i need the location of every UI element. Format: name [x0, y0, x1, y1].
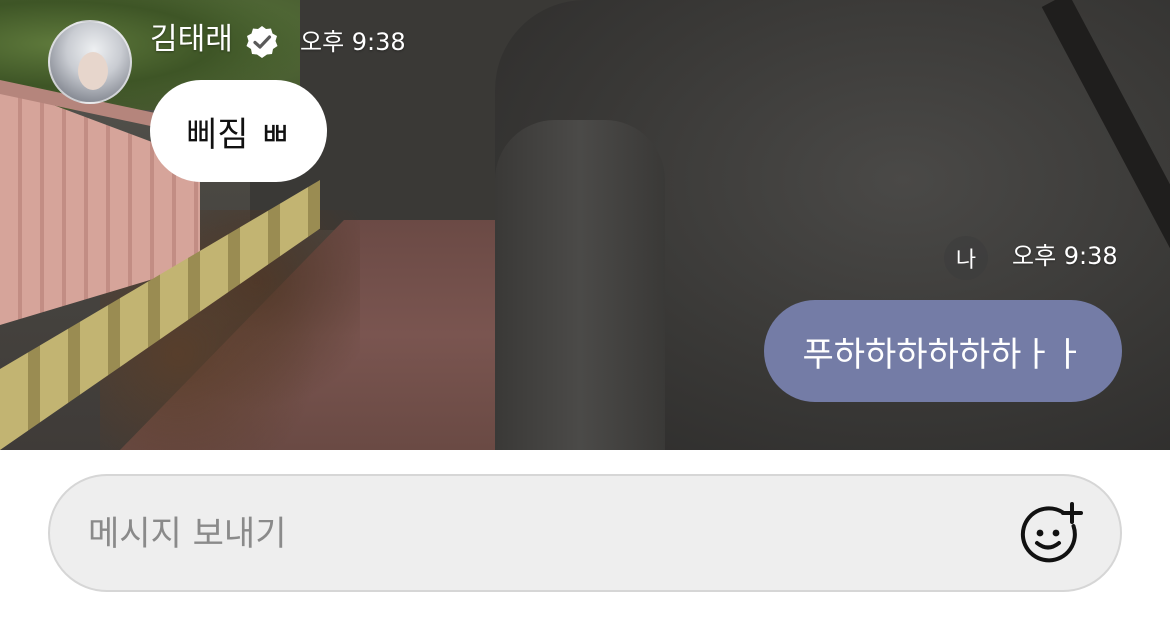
- verified-badge-icon: [246, 26, 278, 58]
- outgoing-message-text: 푸하하하하하하ㅏㅏ: [802, 334, 1084, 375]
- message-composer: [48, 474, 1122, 592]
- sender-avatar[interactable]: [48, 20, 132, 104]
- chat-area: 김태래 오후 9:38 삐짐 ㅃ 나 오후 9:38 푸하하하하하하ㅏㅏ: [0, 0, 1170, 450]
- outgoing-message-bubble[interactable]: 푸하하하하하하ㅏㅏ: [764, 300, 1122, 402]
- incoming-timestamp: 오후 9:38: [300, 28, 406, 56]
- sender-name[interactable]: 김태래: [150, 22, 233, 58]
- incoming-message-text: 삐짐 ㅃ: [186, 114, 291, 155]
- message-input[interactable]: [86, 476, 990, 592]
- me-label: 나: [955, 248, 977, 273]
- background-sleeve: [495, 120, 665, 450]
- add-emoji-icon[interactable]: [1018, 502, 1084, 566]
- avatar-face: [78, 52, 108, 90]
- outgoing-timestamp: 오후 9:38: [1012, 242, 1118, 270]
- me-badge: 나: [944, 236, 988, 280]
- incoming-message-bubble[interactable]: 삐짐 ㅃ: [150, 80, 327, 182]
